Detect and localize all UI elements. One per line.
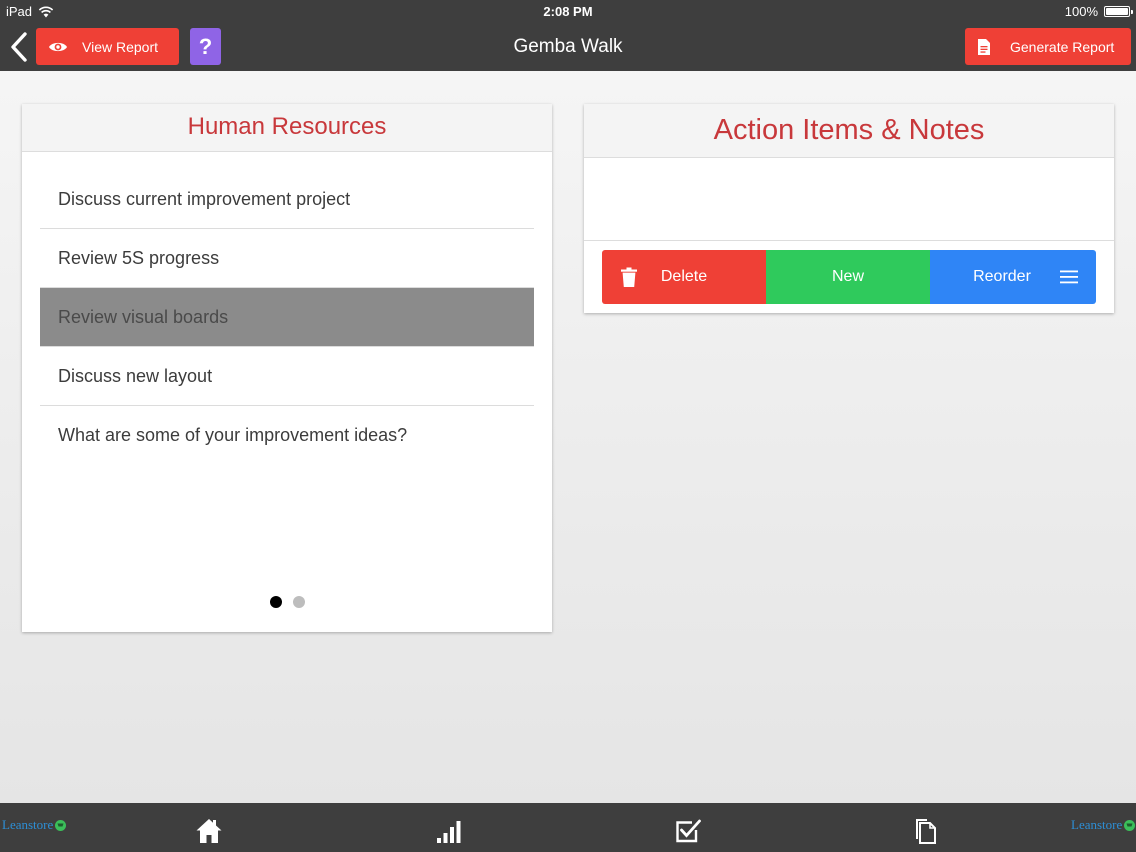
action-items-title: Action Items & Notes — [584, 104, 1114, 158]
delete-button[interactable]: Delete — [602, 250, 766, 304]
topic-item[interactable]: Discuss current improvement project — [40, 170, 534, 229]
topic-item[interactable]: Review visual boards — [40, 288, 534, 347]
new-label: New — [831, 268, 864, 285]
document-icon — [978, 38, 990, 55]
delete-label: Delete — [660, 268, 708, 285]
brand-text: Leanstore — [1071, 817, 1123, 832]
topics-card-title: Human Resources — [22, 104, 552, 152]
generate-report-label: Generate Report — [1010, 38, 1115, 55]
documents-icon — [916, 819, 936, 844]
notes-area[interactable] — [584, 158, 1114, 241]
tab-home[interactable] — [195, 817, 223, 845]
topic-item[interactable]: Review 5S progress — [40, 229, 534, 288]
action-buttons: Delete New Reorder — [602, 250, 1096, 304]
topic-item[interactable]: Discuss new layout — [40, 347, 534, 406]
tab-stats[interactable] — [434, 817, 462, 845]
brand-logo-right: Leanstore — [1071, 817, 1136, 833]
top-bar: iPad 2:08 PM 100% View Report ? Gemba Wa… — [0, 0, 1136, 71]
checklist-icon — [676, 819, 701, 843]
action-items-card: Action Items & Notes Delete New Reorder — [584, 104, 1114, 313]
cart-icon — [1124, 819, 1136, 831]
page-dot[interactable] — [269, 596, 282, 608]
topic-list: Discuss current improvement project Revi… — [40, 170, 534, 465]
battery-icon — [1104, 6, 1133, 17]
reorder-button[interactable]: Reorder — [930, 250, 1096, 304]
tab-documents[interactable] — [913, 817, 941, 845]
trash-icon — [621, 267, 637, 287]
home-icon — [196, 819, 222, 843]
brand-logo-left: Leanstore — [2, 817, 67, 833]
status-time: 2:08 PM — [543, 4, 593, 19]
tab-checklist[interactable] — [674, 817, 702, 845]
reorder-label: Reorder — [973, 268, 1031, 285]
topic-item[interactable]: What are some of your improvement ideas? — [40, 406, 534, 465]
bar-chart-icon — [437, 821, 461, 843]
battery-status: 100% — [1064, 4, 1133, 19]
status-bar: iPad 2:08 PM 100% — [0, 0, 1136, 22]
page-indicator — [22, 596, 552, 608]
page-dot[interactable] — [292, 596, 305, 608]
cart-icon — [55, 819, 67, 831]
battery-percent: 100% — [1064, 4, 1098, 19]
brand-text: Leanstore — [2, 817, 54, 832]
new-button[interactable]: New — [766, 250, 930, 304]
hamburger-icon — [1060, 270, 1078, 284]
bottom-tab-bar: Leanstore Leanstore — [0, 803, 1136, 852]
topics-card: Human Resources Discuss current improvem… — [22, 104, 552, 632]
generate-report-button[interactable]: Generate Report — [965, 28, 1131, 65]
